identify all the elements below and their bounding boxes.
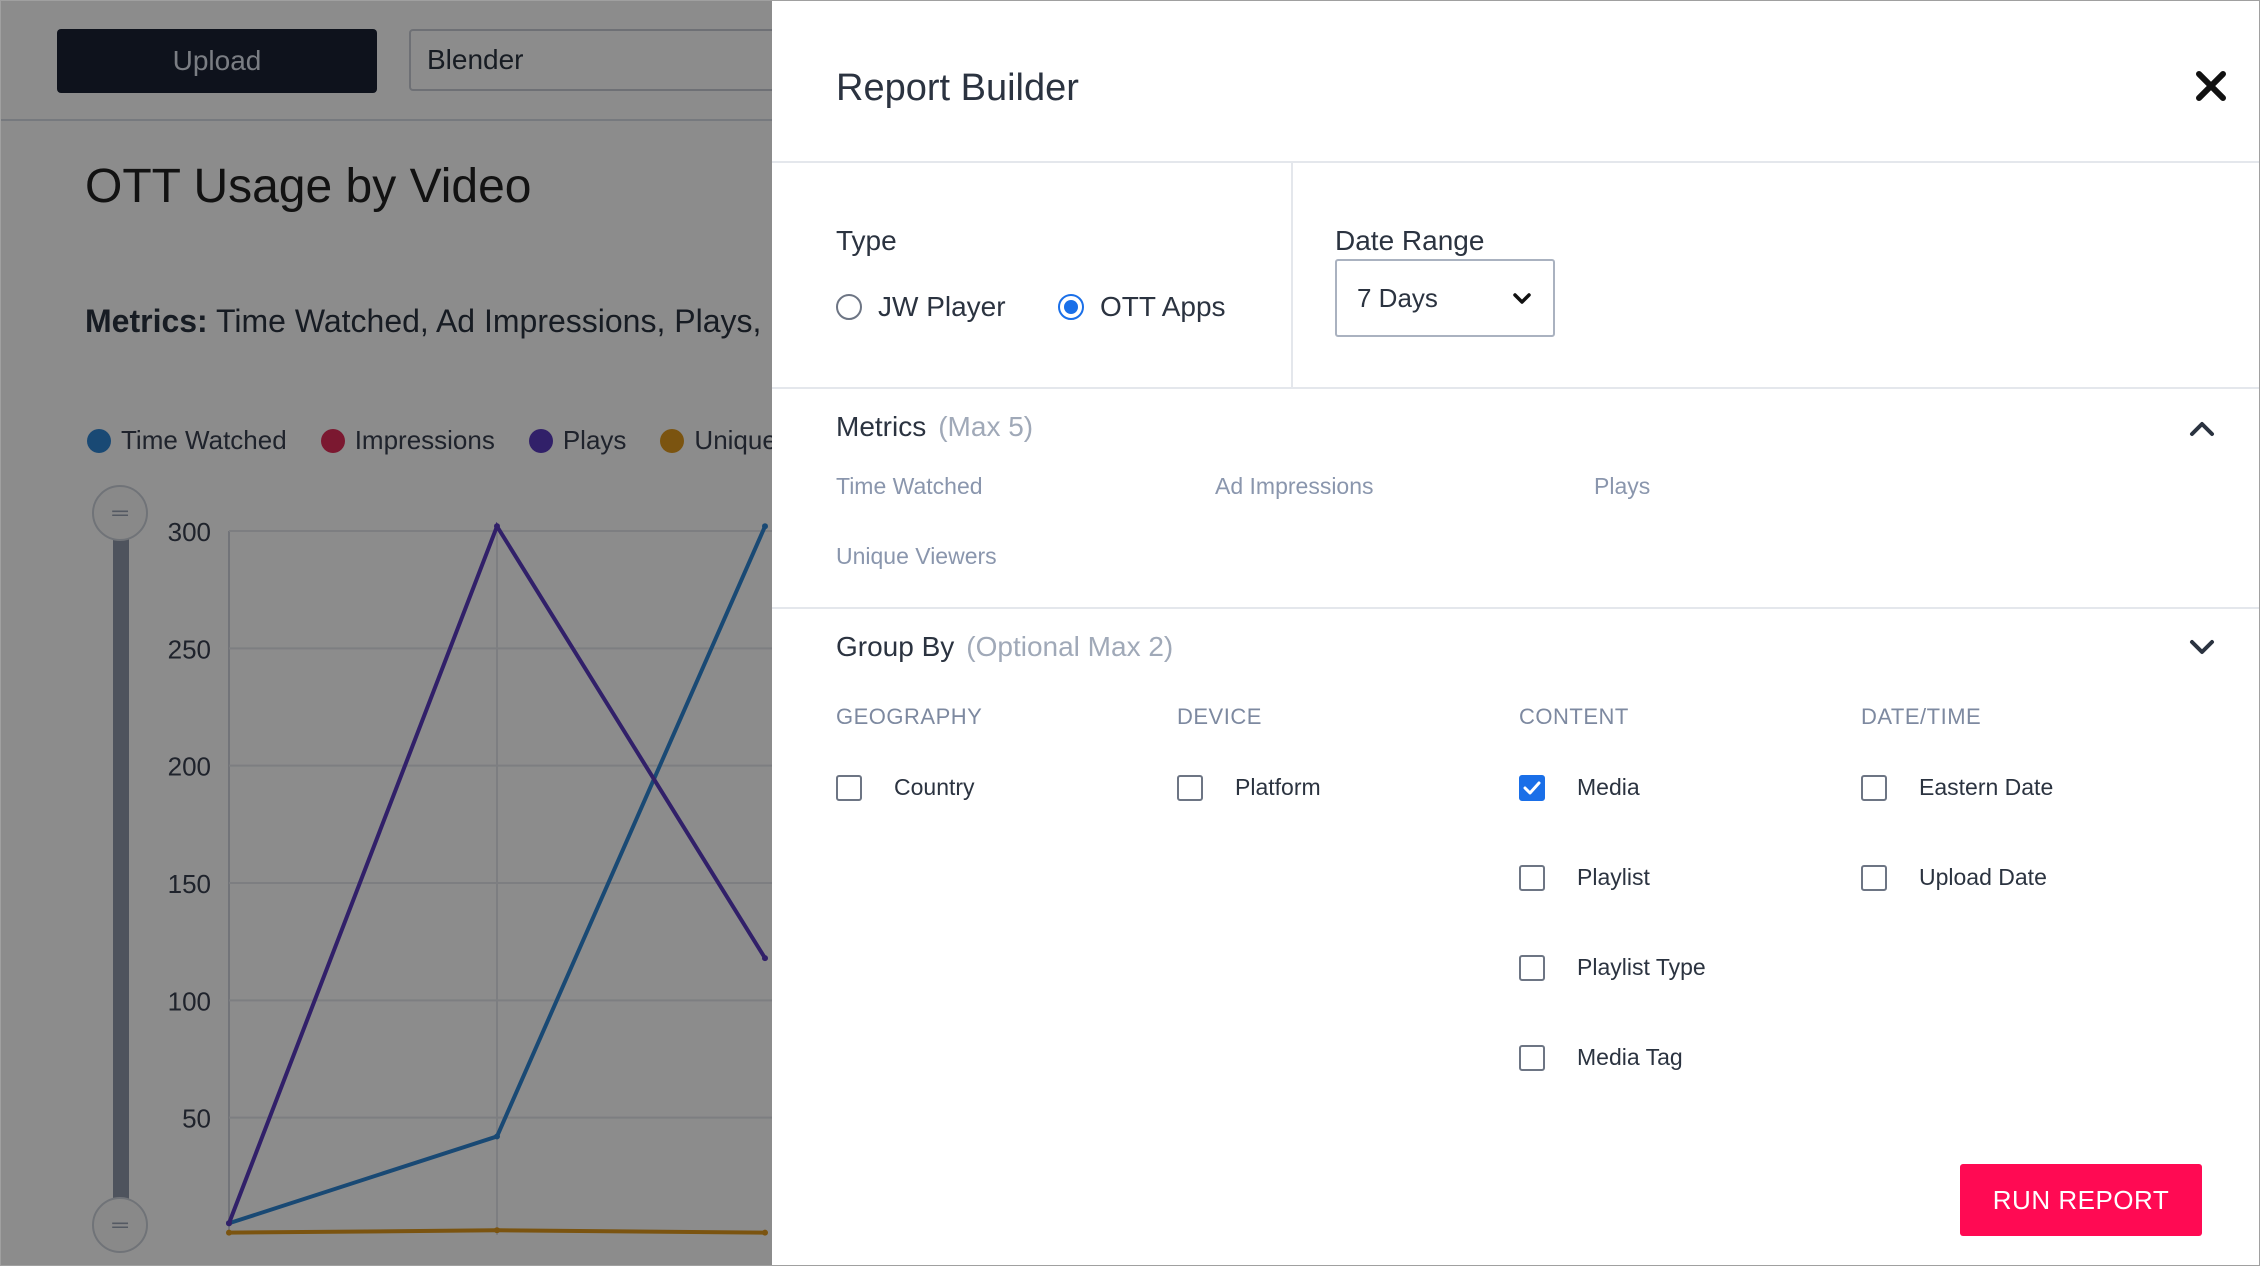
metrics-hint: (Max 5)	[938, 411, 1034, 442]
metric-option-plays[interactable]: Plays	[1594, 473, 1650, 500]
group-by-expand-toggle[interactable]	[2182, 627, 2222, 667]
close-button[interactable]	[2188, 63, 2234, 109]
type-label: Type	[836, 225, 897, 256]
section-divider	[1291, 163, 1293, 387]
checkbox-box[interactable]	[1177, 774, 1203, 801]
modal-title: Report Builder	[836, 67, 1079, 109]
column-heading-geography: GEOGRAPHY	[836, 704, 983, 729]
checkbox-label: Eastern Date	[1919, 774, 2054, 800]
radio-label: OTT Apps	[1100, 291, 1226, 322]
checkbox-box[interactable]	[1861, 864, 1887, 891]
metric-option-time-watched[interactable]: Time Watched	[836, 473, 983, 500]
checkbox-playlist[interactable]: Playlist	[1519, 864, 1650, 891]
run-report-button[interactable]: RUN REPORT	[1960, 1164, 2202, 1236]
radio-ott-apps[interactable]: OTT Apps	[1058, 291, 1226, 323]
chevron-down-icon	[1513, 293, 1531, 304]
date-range-select[interactable]: 7 Days	[1335, 259, 1555, 337]
radio-label: JW Player	[878, 291, 1006, 322]
metrics-section: Metrics (Max 5) Time Watched Ad Impressio…	[772, 389, 2259, 609]
checkbox-box[interactable]	[836, 774, 862, 801]
column-heading-content: CONTENT	[1519, 704, 1629, 729]
checkbox-box[interactable]	[1519, 1044, 1545, 1071]
group-by-hint: (Optional Max 2)	[966, 631, 1174, 662]
radio-jw-player[interactable]: JW Player	[836, 291, 1006, 323]
close-icon	[2196, 71, 2226, 101]
checkbox-box[interactable]	[1861, 774, 1887, 801]
checkbox-label: Upload Date	[1919, 864, 2047, 890]
metric-option-ad-impressions[interactable]: Ad Impressions	[1215, 473, 1374, 500]
chevron-down-icon	[2190, 640, 2214, 654]
checkbox-box[interactable]	[1519, 864, 1545, 891]
metric-option-unique-viewers[interactable]: Unique Viewers	[836, 543, 997, 570]
checkbox-platform[interactable]: Platform	[1177, 774, 1321, 801]
checkbox-media-tag[interactable]: Media Tag	[1519, 1044, 1683, 1071]
metrics-heading-label: Metrics	[836, 411, 927, 442]
checkbox-label: Country	[894, 774, 975, 800]
checkbox-label: Platform	[1235, 774, 1321, 800]
chevron-up-icon	[2190, 422, 2214, 436]
metrics-heading: Metrics (Max 5)	[836, 411, 1033, 443]
checkbox-playlist-type[interactable]: Playlist Type	[1519, 954, 1706, 981]
checkmark-icon	[1523, 781, 1541, 794]
radio-button-checked[interactable]	[1058, 294, 1084, 320]
checkbox-label: Playlist Type	[1577, 954, 1706, 980]
checkbox-label: Media	[1577, 774, 1640, 800]
group-by-heading: Group By (Optional Max 2)	[836, 631, 1173, 663]
radio-button-unchecked[interactable]	[836, 294, 862, 320]
type-date-section: Type JW Player OTT Apps Date Range 7 Day…	[772, 163, 2259, 389]
checkbox-eastern-date[interactable]: Eastern Date	[1861, 774, 2053, 801]
column-heading-device: DEVICE	[1177, 704, 1262, 729]
checkbox-upload-date[interactable]: Upload Date	[1861, 864, 2047, 891]
date-range-value: 7 Days	[1357, 282, 1438, 313]
checkbox-country[interactable]: Country	[836, 774, 975, 801]
app-frame: Upload Blender OTT Usage by Video Metric…	[0, 0, 2260, 1266]
checkbox-box[interactable]	[1519, 954, 1545, 981]
modal-header: Report Builder	[772, 1, 2259, 163]
column-heading-date-time: DATE/TIME	[1861, 704, 1982, 729]
checkbox-box-checked[interactable]	[1519, 774, 1545, 801]
metrics-collapse-toggle[interactable]	[2182, 409, 2222, 449]
checkbox-media[interactable]: Media	[1519, 774, 1640, 801]
checkbox-label: Playlist	[1577, 864, 1650, 890]
date-range-label: Date Range	[1335, 225, 1485, 256]
modal-backdrop[interactable]	[1, 1, 773, 1265]
group-by-heading-label: Group By	[836, 631, 955, 662]
checkbox-label: Media Tag	[1577, 1044, 1683, 1070]
report-builder-modal: Report Builder Type JW Player OTT Apps D…	[772, 1, 2259, 1265]
